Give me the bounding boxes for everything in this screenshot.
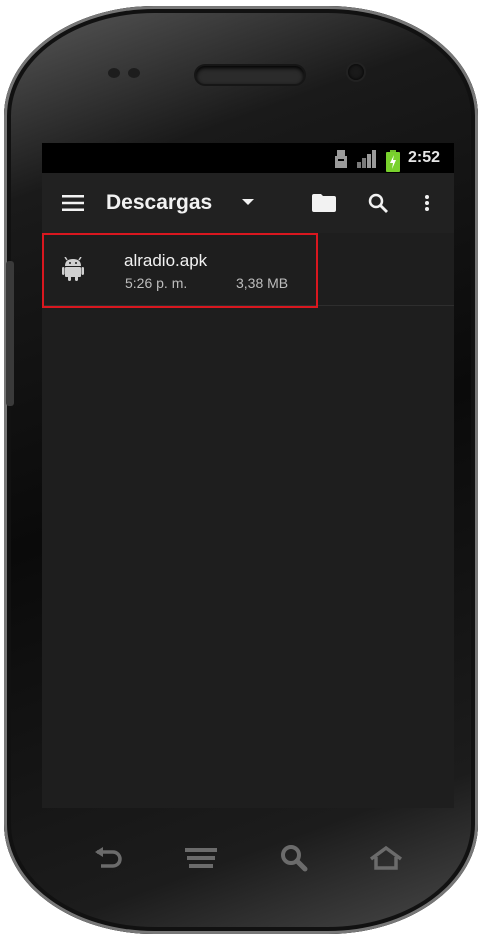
light-sensor: [128, 68, 140, 78]
menu-icon[interactable]: [181, 838, 221, 878]
earpiece-speaker: [196, 66, 304, 84]
proximity-sensor: [108, 68, 120, 78]
folder-icon[interactable]: [312, 194, 337, 212]
search-icon[interactable]: [368, 193, 389, 213]
status-bar: 2:52: [42, 143, 454, 173]
volume-button: [6, 261, 14, 406]
app-toolbar: Descargas: [42, 173, 454, 233]
status-time: 2:52: [407, 149, 440, 166]
back-icon[interactable]: [88, 838, 128, 878]
overflow-menu-icon[interactable]: [424, 194, 430, 212]
home-icon[interactable]: [366, 838, 406, 878]
signal-icon: [356, 150, 378, 168]
battery-charging-icon: [385, 150, 400, 172]
highlight-box: [42, 233, 318, 308]
hardware-nav-bar: [88, 828, 408, 898]
front-camera: [348, 64, 364, 80]
search-icon[interactable]: [274, 838, 314, 878]
menu-icon[interactable]: [62, 195, 84, 211]
usb-debug-icon: [334, 150, 348, 168]
page-title[interactable]: Descargas: [106, 191, 212, 215]
screen: 2:52 Descargas alradio.apk 5:26 p. m. 3,…: [42, 143, 454, 808]
dropdown-arrow-icon[interactable]: [242, 199, 255, 207]
